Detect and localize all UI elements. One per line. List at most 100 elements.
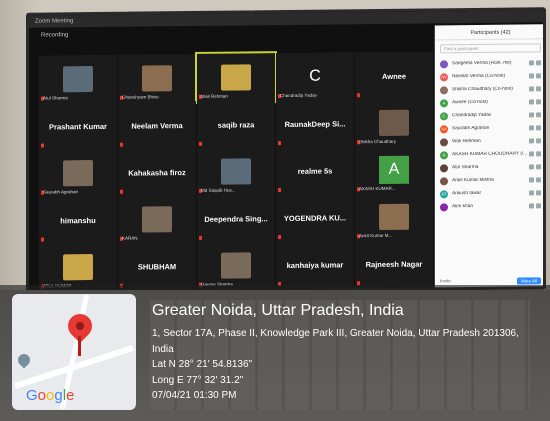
video-tile[interactable]: himanshu (39, 195, 117, 245)
google-logo: Google (26, 387, 75, 404)
video-tile[interactable]: Md Saquib Hus... (197, 147, 275, 196)
participant-row[interactable]: Sangeeta Verma (Host, me) (435, 56, 546, 70)
tile-caption: AKASH KUMAR... (359, 185, 396, 192)
camera-icon (536, 125, 541, 131)
mic-icon (529, 99, 534, 105)
muted-mic-icon (41, 237, 44, 242)
participant-name: Atul Sharma (452, 164, 479, 171)
tile-caption: Ankit Kumar M... (359, 232, 393, 239)
video-tile[interactable]: Kahakasha firoz (118, 147, 196, 197)
participant-name: Saurabh Agrahari (452, 125, 490, 132)
tile-name: Neelam Verma (131, 120, 183, 131)
tile-caption: KARAN (122, 235, 138, 241)
participants-title: Participants (42) (435, 24, 546, 41)
tile-name: himanshu (60, 215, 96, 225)
camera-icon (536, 86, 541, 92)
muted-mic-icon (120, 142, 123, 147)
video-tile[interactable]: kanhaiya kumar (276, 240, 354, 290)
camera-icon (536, 138, 541, 144)
participant-search-input[interactable]: Find a participant (440, 43, 541, 54)
video-tile[interactable]: Deependra Sing... (197, 194, 275, 243)
participant-avatar (440, 176, 448, 185)
participant-row[interactable]: A AKASH KUMAR CHOUDHARY (I... (435, 147, 546, 161)
participant-name: Shikha Chaudhary (Co-host) (452, 86, 513, 93)
video-tile[interactable]: YOGENDRA KU... (276, 193, 354, 243)
participants-panel: Participants (42) Find a participant San… (434, 24, 546, 290)
participant-video (63, 66, 93, 93)
video-grid: Atul Sharma Ghanshyam Bhive Wali Rehman C Ch… (39, 51, 433, 292)
participant-row[interactable]: Atul Sharma (435, 160, 546, 174)
video-tile[interactable]: Wali Rehman (195, 51, 277, 104)
mute-all-button[interactable]: Mute All (516, 277, 541, 285)
video-tile[interactable]: Ankit Kumar M... (355, 192, 433, 242)
tile-name: Prashant Kumar (49, 121, 107, 131)
video-tile[interactable]: SHUBHAM (118, 241, 196, 291)
participant-avatar: A (440, 150, 448, 159)
participant-video (63, 254, 93, 281)
participant-row[interactable]: Alim khan (435, 199, 546, 213)
tile-name: SHUBHAM (137, 261, 177, 272)
map-thumbnail: Google (12, 294, 136, 410)
video-tile[interactable]: Rajneesh Nagar (355, 239, 433, 289)
participant-video (221, 158, 251, 185)
camera-icon (536, 112, 541, 118)
participant-row[interactable]: SA Saurabh Agrahari (435, 121, 546, 135)
participant-avatar: A (440, 98, 448, 107)
tile-name: realme 5s (297, 166, 333, 176)
geotag-longitude: Long E 77° 32' 31.2" (152, 374, 244, 386)
muted-mic-icon (41, 143, 44, 148)
video-tile[interactable]: KARAN (118, 194, 196, 244)
video-tile[interactable]: Atul Sharma (39, 54, 117, 104)
participant-name: Chandradip Yadav (452, 112, 492, 119)
participant-video (221, 252, 251, 279)
muted-mic-icon (120, 189, 123, 194)
tile-name: Kahakasha firoz (128, 167, 186, 178)
video-tile[interactable]: Gaurav Sharma (197, 241, 275, 290)
participant-row[interactable]: Ankit Kumar Mishra (435, 173, 546, 187)
geotag-address: 1, Sector 17A, Phase II, Knowledge Park … (152, 328, 519, 339)
participant-row[interactable]: C Chandradip Yadav (435, 108, 546, 122)
participant-name: Alim khan (452, 204, 474, 210)
video-tile[interactable]: Shikha Chaudhary (355, 98, 433, 148)
video-tile[interactable]: RaunakDeep Si... (276, 99, 354, 149)
participant-avatar (440, 85, 448, 94)
tile-name: Rajneesh Nagar (365, 259, 423, 269)
participant-avatar (440, 137, 448, 146)
video-tile[interactable]: Ghanshyam Bhive (118, 53, 196, 103)
participant-avatar: AT (440, 189, 448, 198)
tile-name: A (379, 155, 409, 185)
tile-name: Deependra Sing... (204, 213, 268, 224)
camera-icon (536, 99, 541, 105)
video-tile[interactable]: A AKASH KUMAR... (355, 145, 433, 195)
video-tile[interactable]: Neelam Verma (118, 100, 196, 150)
camera-icon (536, 73, 541, 79)
participant-row[interactable]: NV Neelam Verma (Co-host) (435, 69, 546, 83)
geotag-datetime: 07/04/21 01:30 PM (152, 390, 237, 401)
camera-icon (536, 190, 541, 196)
participant-list: Sangeeta Verma (Host, me) NV Neelam Verma … (435, 56, 546, 213)
participant-row[interactable]: AT Ankush tawar (435, 186, 546, 200)
participant-video (379, 109, 409, 137)
video-tile[interactable]: realme 5s (276, 146, 354, 196)
mic-icon (529, 112, 534, 118)
participant-video (142, 206, 172, 233)
geotag-country: India (152, 343, 174, 355)
tile-caption: Ghanshyam Bhive (122, 94, 159, 100)
participant-row[interactable]: Wali Rehman (435, 134, 546, 148)
participant-video (221, 64, 251, 91)
video-tile[interactable]: saqib raza (197, 100, 275, 149)
participant-row[interactable]: A Awnee (Co-host) (435, 95, 546, 109)
participant-name: Wali Rehman (452, 138, 481, 145)
video-tile[interactable]: Saurabh Agrahari (39, 148, 117, 198)
tile-name: saqib raza (217, 119, 255, 130)
tile-name: kanhaiya kumar (286, 259, 344, 270)
mic-icon (529, 86, 534, 92)
video-tile[interactable]: Prashant Kumar (39, 101, 117, 151)
tile-caption: Wali Rehman (201, 93, 228, 99)
geotag-info: Greater Noida, Uttar Pradesh, India 1, S… (152, 302, 519, 404)
participant-video (63, 160, 93, 187)
video-tile[interactable]: C Chandradip Yadav (276, 52, 354, 102)
mic-icon (529, 60, 534, 66)
video-tile[interactable]: Awnee (355, 51, 433, 101)
participant-row[interactable]: Shikha Chaudhary (Co-host) (435, 82, 546, 96)
